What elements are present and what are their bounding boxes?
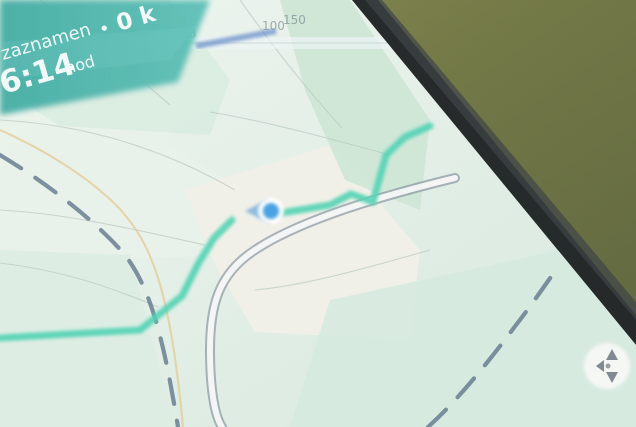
compass-button[interactable] [584, 343, 630, 389]
compass-icon [605, 363, 611, 369]
location-marker-icon [263, 203, 279, 219]
scale-label-100: 100 [262, 19, 285, 33]
scale-label-150: 150 [283, 13, 306, 27]
map-scene: 0 50 100 150 zaznamen • 0 k 6:14 hod [0, 0, 636, 427]
photo-of-phone-screen: 0 50 100 150 zaznamen • 0 k 6:14 hod [0, 0, 636, 427]
